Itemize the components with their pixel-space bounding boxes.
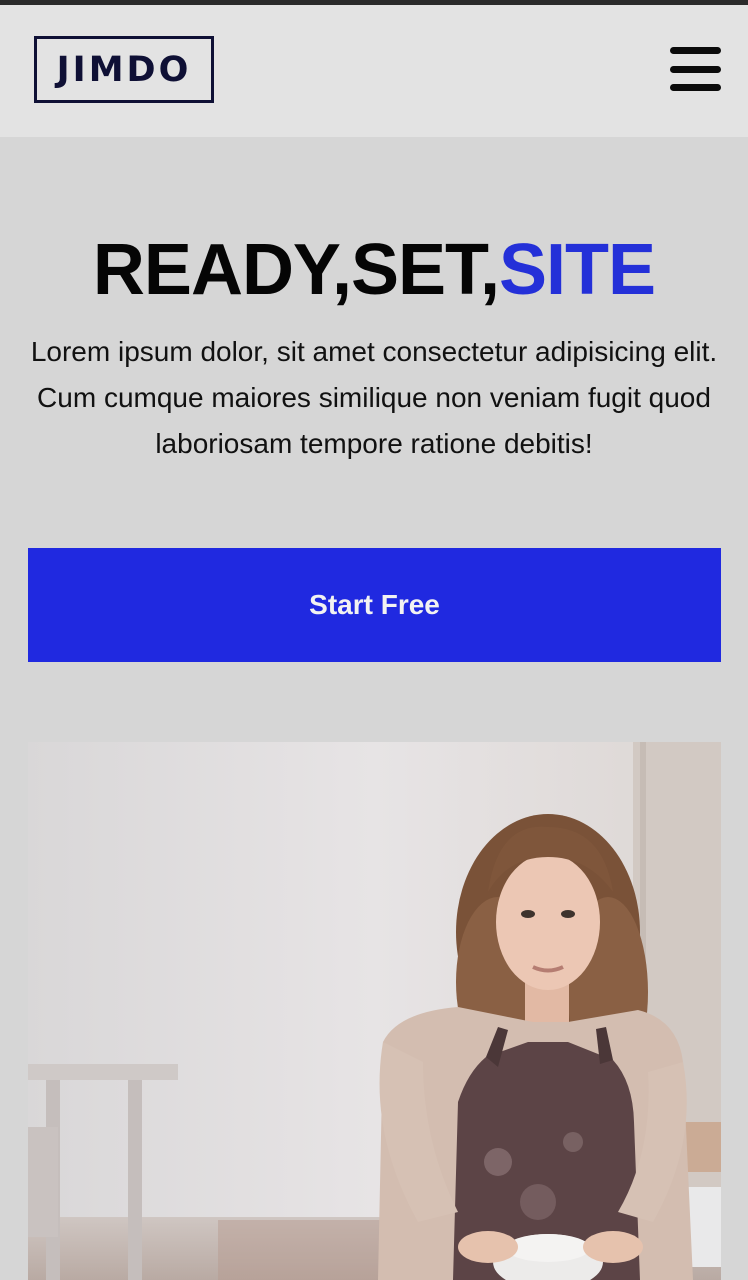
hero-lead-text: Lorem ipsum dolor, sit amet consectetur …	[30, 336, 718, 459]
site-header: JIMDO	[0, 5, 748, 137]
hero-photo	[28, 742, 721, 1280]
jimdo-logo[interactable]: JIMDO	[34, 36, 214, 103]
hero-headline: READY,SET,SITE	[0, 225, 748, 315]
hamburger-menu-icon[interactable]	[670, 47, 721, 91]
menu-bar-middle	[670, 65, 721, 73]
menu-bar-top	[670, 47, 721, 54]
menu-bar-bottom	[670, 84, 721, 91]
headline-accent: SITE	[499, 230, 656, 310]
woman-pottery-illustration	[28, 742, 721, 1280]
headline-main: READY,SET,	[92, 230, 500, 310]
start-free-button[interactable]: Start Free	[28, 548, 721, 662]
